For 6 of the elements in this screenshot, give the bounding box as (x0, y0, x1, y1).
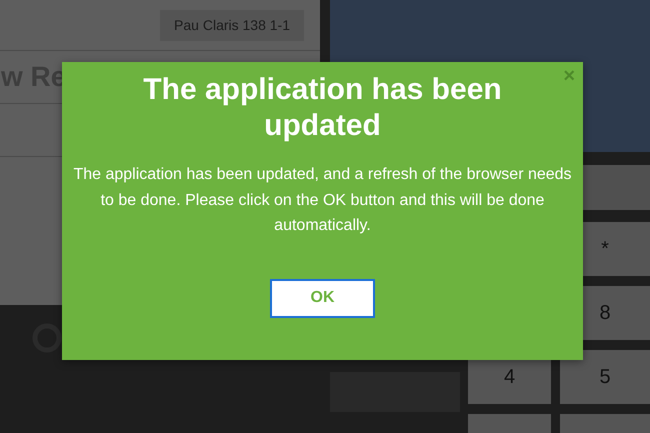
close-button[interactable]: × (563, 66, 575, 86)
logo-icon (32, 323, 62, 353)
keypad-key[interactable]: 5 (560, 350, 650, 404)
dialog-title: The application has been updated (142, 72, 503, 144)
address-label: Pau Claris 138 1-1 (160, 10, 304, 40)
ok-button[interactable]: OK (270, 278, 375, 318)
